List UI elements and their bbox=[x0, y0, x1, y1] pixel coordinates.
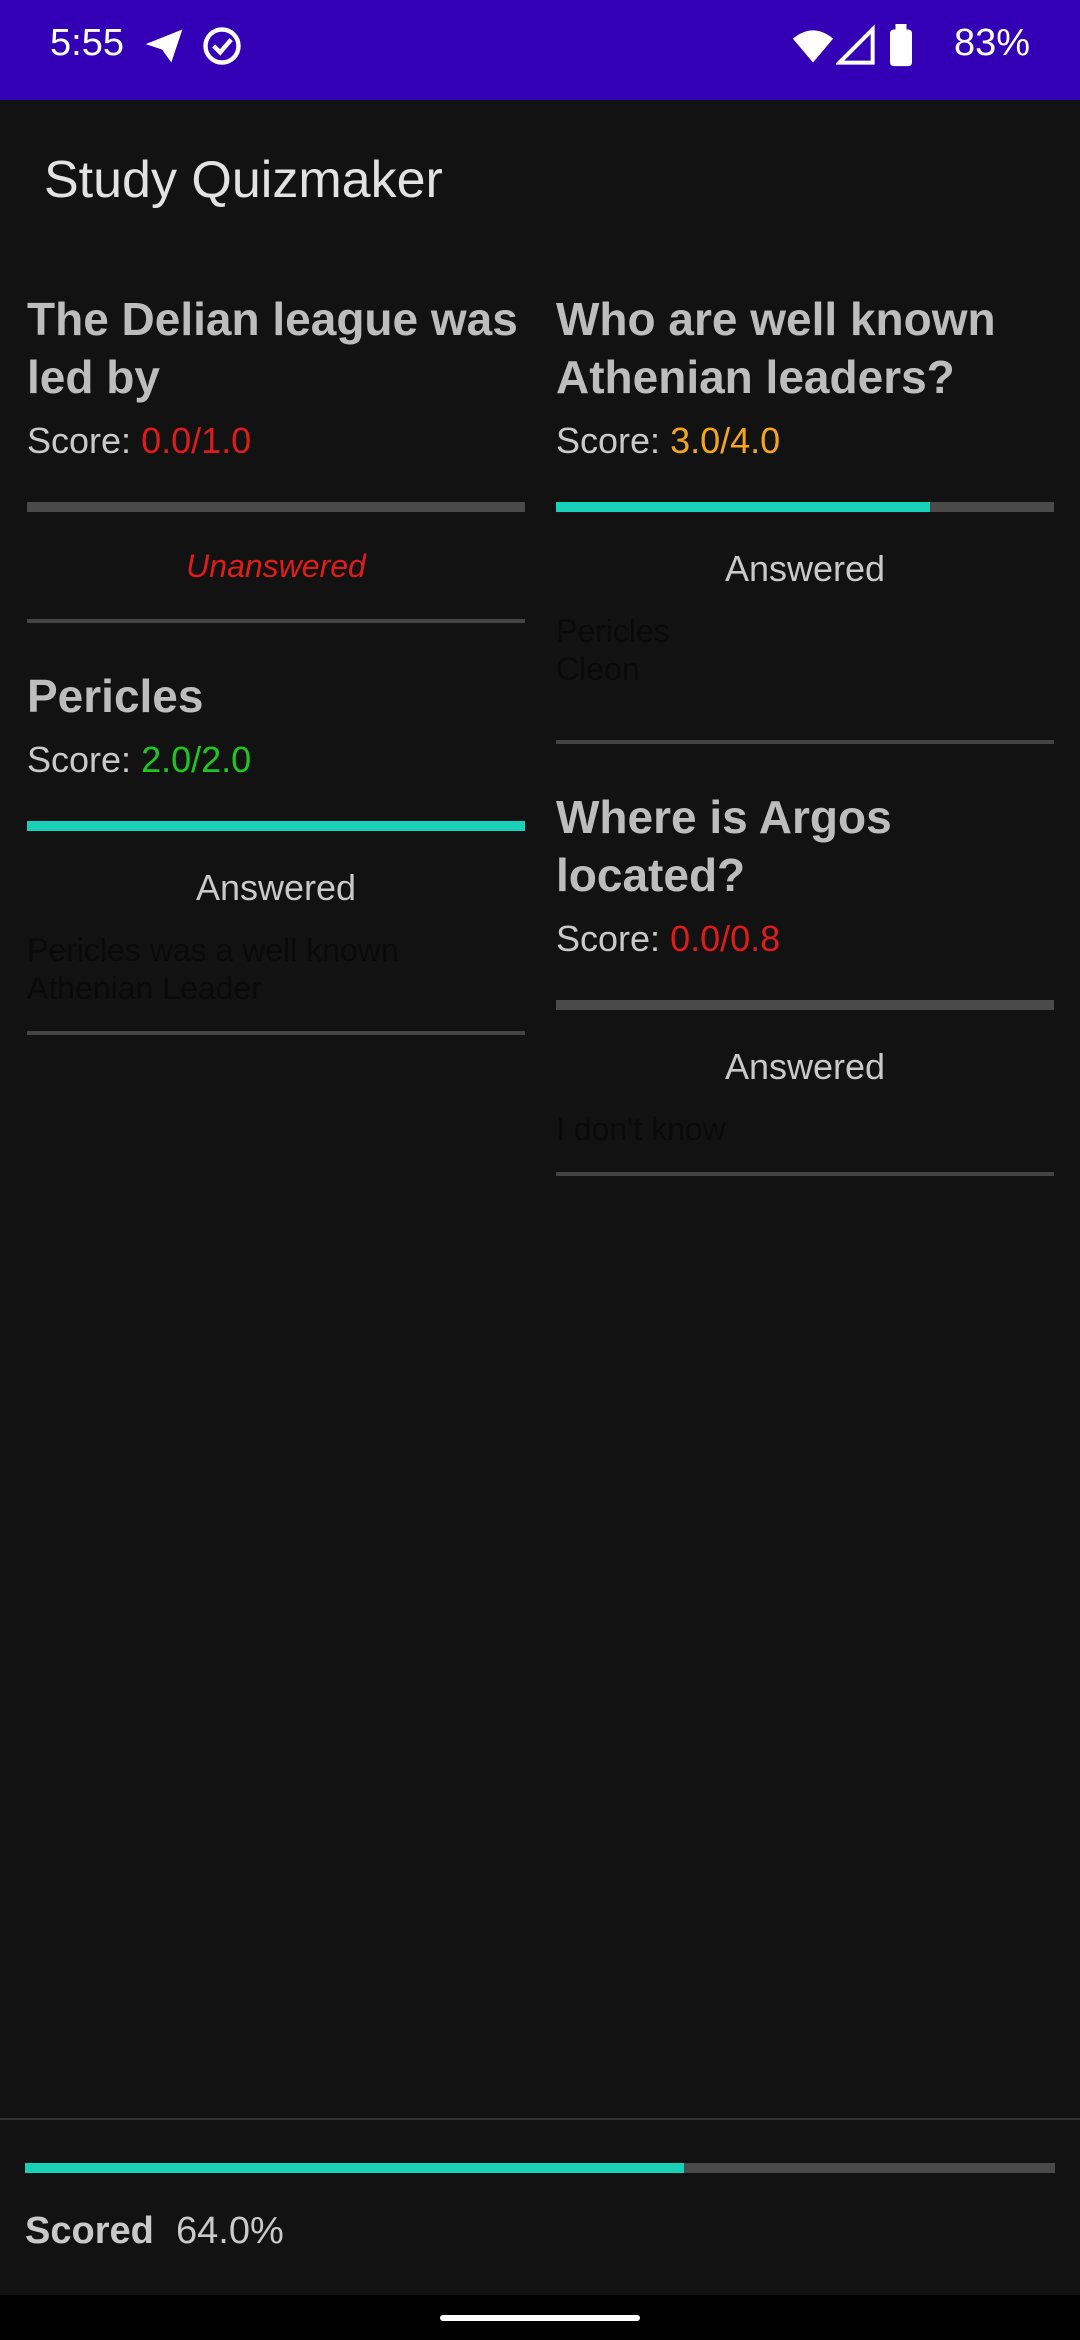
score-line: Score: 2.0/2.0 bbox=[27, 739, 525, 781]
score-line: Score: 0.0/1.0 bbox=[27, 420, 525, 462]
footer-divider bbox=[0, 2118, 1080, 2120]
score-line: Score: 0.0/0.8 bbox=[556, 918, 1054, 960]
divider bbox=[556, 1172, 1054, 1176]
total-score-value: 64.0% bbox=[176, 2210, 284, 2252]
battery-icon bbox=[890, 24, 912, 67]
score-value: 0.0/1.0 bbox=[141, 420, 252, 461]
home-gesture-handle[interactable] bbox=[440, 2315, 640, 2321]
telegram-icon bbox=[145, 29, 183, 63]
score-label: Score: bbox=[27, 420, 132, 461]
question-title: The Delian league was led by bbox=[27, 293, 518, 403]
answer-text: I don't know bbox=[556, 1111, 726, 1147]
score-label: Score: bbox=[556, 420, 661, 461]
score-label: Score: bbox=[27, 739, 132, 780]
wifi-icon bbox=[792, 30, 834, 63]
answer-status: Answered bbox=[724, 548, 886, 589]
score-progress-bar bbox=[27, 502, 525, 512]
score-label: Score: bbox=[556, 918, 661, 959]
divider bbox=[556, 740, 1054, 744]
question-column-right: Who are well known Athenian leaders? Sco… bbox=[556, 290, 1054, 1176]
answer-text: Pericles Cleon bbox=[556, 613, 670, 687]
total-score-label: Scored bbox=[25, 2210, 154, 2252]
question-card[interactable]: The Delian league was led by Score: 0.0/… bbox=[27, 290, 525, 623]
total-score-progress-bar bbox=[25, 2163, 1055, 2173]
question-column-left: The Delian league was led by Score: 0.0/… bbox=[27, 290, 525, 1035]
score-line: Score: 3.0/4.0 bbox=[556, 420, 1054, 462]
answer-status: Answered bbox=[724, 1046, 886, 1087]
question-title: Where is Argos located? bbox=[556, 791, 892, 901]
answer-status: Unanswered bbox=[186, 548, 366, 584]
check-circle-icon bbox=[203, 27, 241, 65]
total-score-progress-fill bbox=[25, 2163, 685, 2173]
status-time: 5:55 bbox=[50, 22, 124, 64]
question-title: Who are well known Athenian leaders? bbox=[556, 293, 996, 403]
question-title: Pericles bbox=[27, 670, 204, 722]
signal-icon bbox=[836, 24, 875, 65]
divider bbox=[27, 619, 525, 623]
question-card[interactable]: Where is Argos located? Score: 0.0/0.8 A… bbox=[556, 788, 1054, 1176]
answer-text: Pericles was a well known Athenian Leade… bbox=[27, 932, 399, 1006]
score-progress-bar bbox=[556, 1000, 1054, 1010]
score-progress-bar bbox=[556, 502, 1054, 512]
score-value: 0.0/0.8 bbox=[670, 918, 781, 959]
question-card[interactable]: Pericles Score: 2.0/2.0 Answered Pericle… bbox=[27, 667, 525, 1035]
score-progress-fill bbox=[27, 821, 525, 831]
score-progress-bar bbox=[27, 821, 525, 831]
divider bbox=[27, 1031, 525, 1035]
status-bar: 5:55 83% bbox=[0, 0, 1080, 100]
app-title: Study Quizmaker bbox=[44, 151, 443, 209]
score-value: 2.0/2.0 bbox=[141, 739, 252, 780]
question-card[interactable]: Who are well known Athenian leaders? Sco… bbox=[556, 290, 1054, 744]
battery-percent: 83% bbox=[953, 22, 1030, 64]
score-progress-fill bbox=[556, 502, 930, 512]
answer-status: Answered bbox=[195, 867, 357, 908]
score-value: 3.0/4.0 bbox=[670, 420, 781, 461]
